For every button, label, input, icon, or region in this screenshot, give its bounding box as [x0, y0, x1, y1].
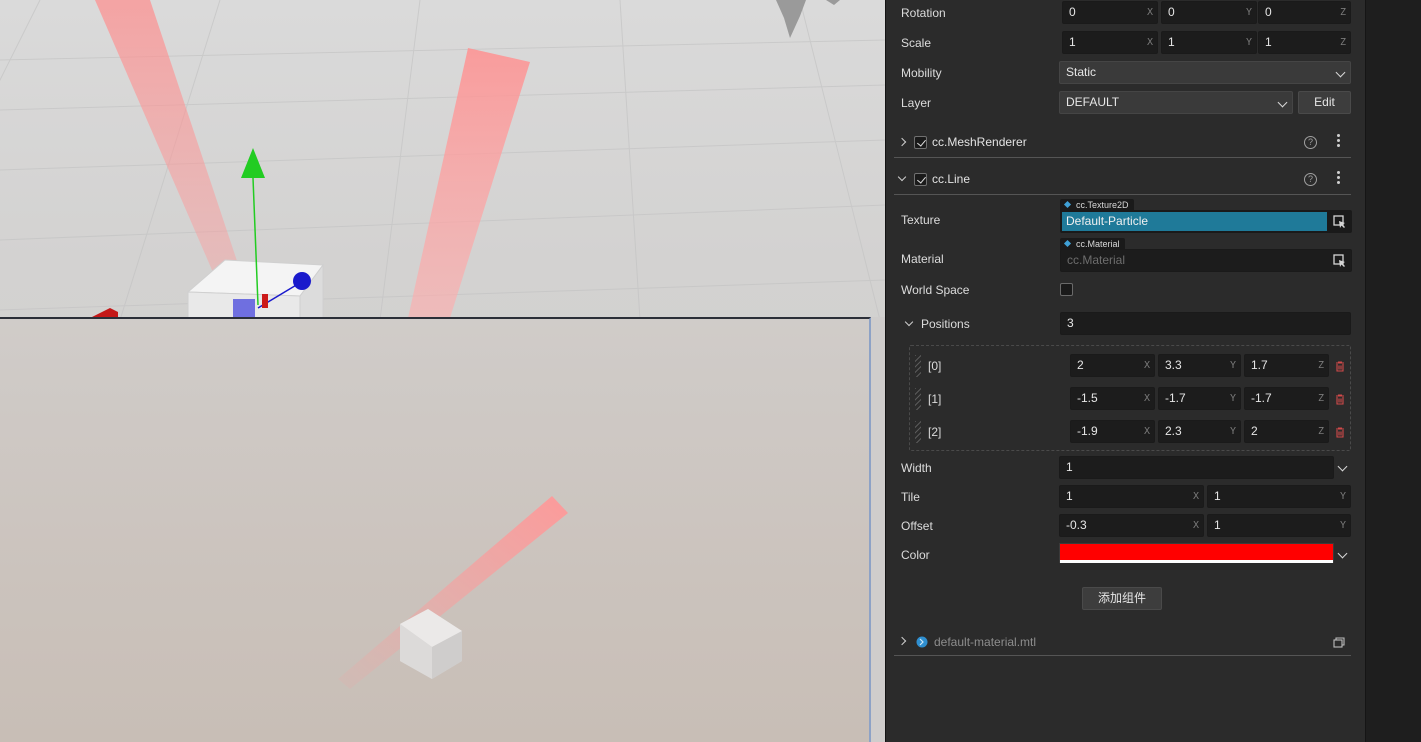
- chevron-down-icon[interactable]: [1337, 461, 1348, 472]
- viewport-divider: [871, 317, 885, 742]
- rotation-x-input[interactable]: 0X: [1062, 1, 1158, 24]
- tile-x-input[interactable]: 1X: [1059, 485, 1204, 508]
- position-index: [1]: [928, 392, 942, 406]
- asset-picker-icon[interactable]: [1333, 254, 1347, 268]
- position-x-input[interactable]: -1.9 X: [1070, 420, 1155, 443]
- chevron-down-icon: [1335, 67, 1346, 78]
- offset-y-input[interactable]: 1Y: [1207, 514, 1351, 537]
- trash-icon[interactable]: [1335, 361, 1345, 372]
- help-icon[interactable]: ?: [1304, 136, 1317, 149]
- tile-row: Tile 1X 1Y: [886, 485, 1366, 509]
- chevron-right-icon[interactable]: [897, 636, 907, 646]
- chevron-down-icon[interactable]: [1337, 548, 1348, 559]
- material-asset-header[interactable]: default-material.mtl: [894, 628, 1351, 656]
- chevron-down-icon: [1277, 97, 1288, 108]
- material-asset-field[interactable]: cc.Material: [1060, 249, 1352, 272]
- positions-row: Positions 3: [886, 312, 1366, 336]
- scale-y-input[interactable]: 1Y: [1161, 31, 1257, 54]
- more-vertical-icon[interactable]: [1337, 134, 1341, 150]
- offset-x-input[interactable]: -0.3 X: [1059, 514, 1204, 537]
- mobility-row: Mobility Static: [886, 61, 1366, 85]
- world-space-row: World Space: [886, 278, 1366, 302]
- position-item: [1] -1.5 X -1.7 Y -1.7 Z: [886, 387, 1366, 411]
- material-label: Material: [901, 252, 944, 266]
- layer-select[interactable]: DEFAULT: [1059, 91, 1293, 114]
- positions-count-input[interactable]: 3: [1060, 312, 1351, 335]
- scale-x-input[interactable]: 1X: [1062, 31, 1158, 54]
- width-input[interactable]: 1: [1059, 456, 1334, 479]
- position-x-input[interactable]: -1.5 X: [1070, 387, 1155, 410]
- width-label: Width: [901, 461, 932, 475]
- position-y-input[interactable]: 2.3 Y: [1158, 420, 1241, 443]
- mesh-renderer-enabled-checkbox[interactable]: [914, 136, 927, 149]
- material-icon: [916, 636, 928, 648]
- chevron-right-icon[interactable]: [897, 137, 907, 147]
- drag-handle-icon[interactable]: [915, 355, 921, 377]
- layer-row: Layer DEFAULT Edit: [886, 91, 1366, 115]
- world-space-label: World Space: [901, 283, 970, 297]
- scale-row: Scale 1X 1Y 1Z: [886, 31, 1366, 55]
- more-vertical-icon[interactable]: [1337, 171, 1341, 187]
- offset-row: Offset -0.3 X 1Y: [886, 514, 1366, 538]
- line-title: cc.Line: [932, 172, 971, 186]
- position-item: [2] -1.9 X 2.3 Y 2Z: [886, 420, 1366, 444]
- game-preview[interactable]: [0, 317, 871, 742]
- rotation-row: Rotation 0X 0Y 0Z: [886, 1, 1366, 25]
- rotation-z-input[interactable]: 0Z: [1258, 1, 1351, 24]
- asset-picker-icon[interactable]: [1333, 215, 1347, 229]
- position-y-input[interactable]: 3.3 Y: [1158, 354, 1241, 377]
- positions-label: Positions: [921, 317, 970, 331]
- layer-edit-button[interactable]: Edit: [1298, 91, 1351, 114]
- trash-icon[interactable]: [1335, 427, 1345, 438]
- tile-y-input[interactable]: 1Y: [1207, 485, 1351, 508]
- chevron-down-icon[interactable]: [897, 172, 907, 182]
- trash-icon[interactable]: [1335, 394, 1345, 405]
- mobility-select[interactable]: Static: [1059, 61, 1351, 84]
- mobility-label: Mobility: [901, 66, 942, 80]
- color-label: Color: [901, 548, 930, 562]
- layer-label: Layer: [901, 96, 932, 110]
- width-row: Width 1: [886, 456, 1366, 480]
- chevron-down-icon[interactable]: [904, 317, 914, 327]
- position-z-input[interactable]: 1.7 Z: [1244, 354, 1329, 377]
- position-y-input[interactable]: -1.7 Y: [1158, 387, 1241, 410]
- line-enabled-checkbox[interactable]: [914, 173, 927, 186]
- texture-asset-field[interactable]: Default-Particle: [1060, 210, 1352, 233]
- drag-handle-icon[interactable]: [915, 421, 921, 443]
- line-header[interactable]: cc.Line ?: [894, 165, 1351, 195]
- position-x-input[interactable]: 2X: [1070, 354, 1155, 377]
- editor-window: Rotation 0X 0Y 0Z Scale 1X 1Y 1Z Mobilit…: [0, 0, 1421, 742]
- material-asset-name: default-material.mtl: [934, 635, 1037, 649]
- preview-scene: [338, 496, 568, 689]
- color-row: Color: [886, 543, 1366, 567]
- inspector-panel: Rotation 0X 0Y 0Z Scale 1X 1Y 1Z Mobilit…: [885, 0, 1365, 742]
- position-index: [0]: [928, 359, 942, 373]
- offset-label: Offset: [901, 519, 933, 533]
- position-z-input[interactable]: 2Z: [1244, 420, 1329, 443]
- mesh-renderer-header[interactable]: cc.MeshRenderer ?: [894, 128, 1351, 158]
- color-swatch[interactable]: [1059, 543, 1334, 563]
- side-panel-strip: [1365, 0, 1421, 742]
- rotation-y-input[interactable]: 0Y: [1161, 1, 1257, 24]
- position-item: [0] 2X 3.3 Y 1.7 Z: [886, 354, 1366, 378]
- world-space-checkbox[interactable]: [1060, 283, 1073, 296]
- rotation-label: Rotation: [901, 6, 946, 20]
- position-index: [2]: [928, 425, 942, 439]
- texture-label: Texture: [901, 213, 941, 227]
- scale-label: Scale: [901, 36, 932, 50]
- add-component-button[interactable]: 添加组件: [1082, 587, 1162, 610]
- mesh-renderer-title: cc.MeshRenderer: [932, 135, 1027, 149]
- drag-handle-icon[interactable]: [915, 388, 921, 410]
- scale-z-input[interactable]: 1Z: [1258, 31, 1351, 54]
- open-external-icon[interactable]: [1333, 637, 1345, 648]
- texture-asset-value: Default-Particle: [1062, 212, 1327, 231]
- tile-label: Tile: [901, 490, 920, 504]
- position-z-input[interactable]: -1.7 Z: [1244, 387, 1329, 410]
- help-icon[interactable]: ?: [1304, 173, 1317, 186]
